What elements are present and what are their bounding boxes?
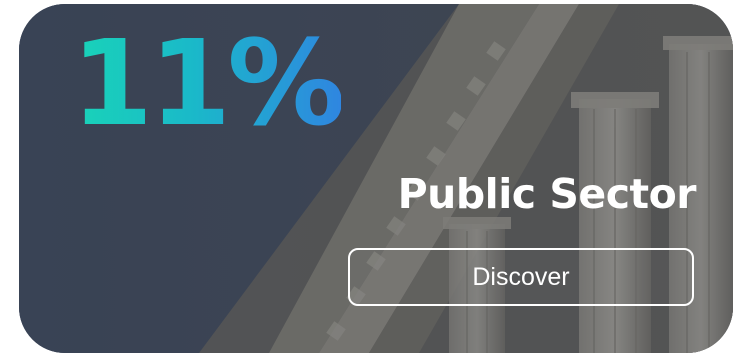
public-sector-card[interactable]: 11% Public Sector Discover — [19, 4, 733, 353]
sector-title: Public Sector — [397, 170, 697, 218]
discover-button[interactable]: Discover — [348, 248, 694, 306]
stat-percentage: 11% — [71, 14, 345, 152]
discover-button-label: Discover — [472, 262, 570, 291]
